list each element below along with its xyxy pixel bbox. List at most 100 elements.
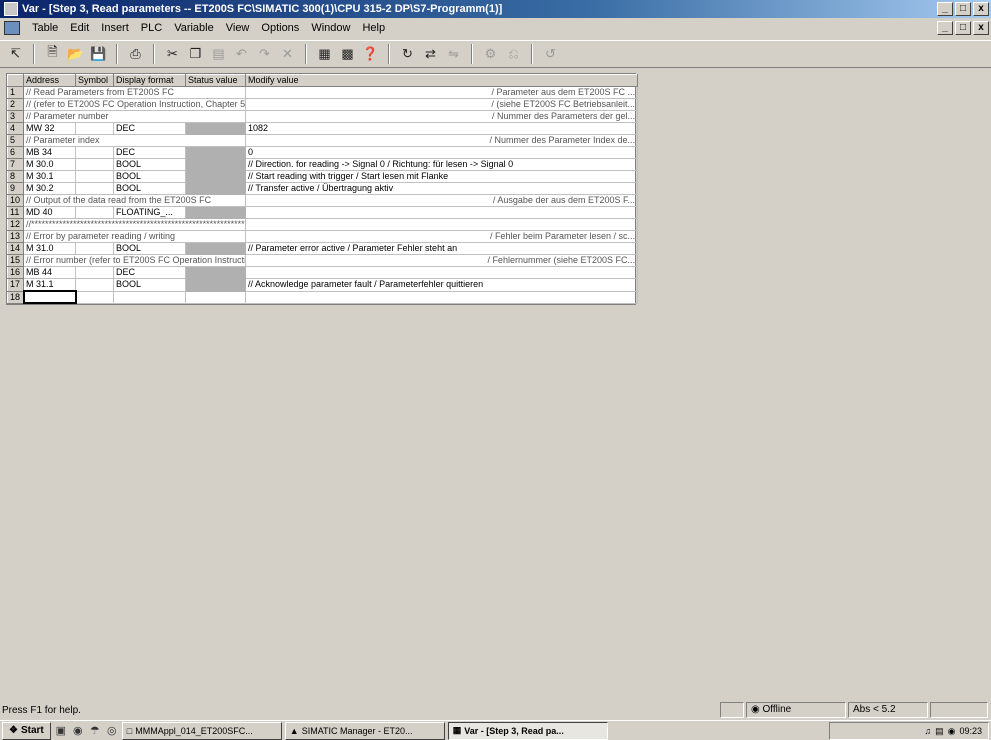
menu-window[interactable]: Window (305, 22, 356, 34)
child-minimize-button[interactable]: _ (937, 21, 953, 35)
symbol-cell[interactable] (75, 146, 114, 159)
symbol-cell[interactable] (75, 182, 114, 195)
modify-var-icon[interactable]: ⚙ (479, 43, 502, 65)
menu-plc[interactable]: PLC (135, 22, 168, 34)
display-format-cell[interactable]: BOOL (113, 158, 186, 171)
symbol-cell[interactable] (75, 290, 114, 304)
header-display-format[interactable]: Display format (113, 74, 186, 87)
row-number[interactable]: 9 (7, 182, 24, 195)
row-number[interactable]: 4 (7, 122, 24, 135)
redo-icon[interactable]: ↷ (253, 43, 276, 65)
start-button[interactable]: ❖ Start (2, 721, 51, 740)
browser-icon[interactable]: ◉ (71, 724, 85, 738)
row-number[interactable]: 10 (7, 194, 24, 207)
symbol-cell[interactable] (75, 278, 114, 292)
header-symbol[interactable]: Symbol (75, 74, 114, 87)
modify-value-cell[interactable]: 0 (245, 146, 638, 159)
row-comment-de[interactable]: / Parameter aus dem ET200S FC ... (245, 86, 638, 99)
display-format-cell[interactable]: DEC (113, 146, 186, 159)
address-cell[interactable]: M 31.1 (23, 278, 76, 292)
menu-view[interactable]: View (220, 22, 256, 34)
display-format-cell[interactable]: FLOATING_... (113, 206, 186, 219)
modify-value-cell[interactable]: // Acknowledge parameter fault / Paramet… (245, 278, 638, 292)
row-number[interactable]: 1 (7, 86, 24, 99)
table-row[interactable]: 8M 30.1 BOOL // Start reading with trigger… (7, 170, 638, 183)
address-cell[interactable]: MB 44 (23, 266, 76, 279)
row-number[interactable]: 5 (7, 134, 24, 147)
document-icon[interactable] (4, 21, 20, 35)
row-comment[interactable]: // Error by parameter reading / writing (23, 230, 246, 243)
table-row[interactable]: 5// Parameter index / Nummer des Paramete… (7, 134, 638, 147)
table-row[interactable]: 6 MB 34 DEC 0 (7, 146, 638, 159)
row-number[interactable]: 3 (7, 110, 24, 123)
row-comment[interactable]: // Output of the data read from the ET20… (23, 194, 246, 207)
table-row[interactable]: 7M 30.0 BOOL // Direction. for reading -> … (7, 158, 638, 171)
row-number[interactable]: 14 (7, 242, 24, 255)
address-cell[interactable]: M 30.1 (23, 170, 76, 183)
task-var[interactable]: ▦ Var - [Step 3, Read pa... (447, 721, 608, 740)
table-row[interactable]: 9M 30.2 BOOL // Transfer active / Übertrag… (7, 182, 638, 195)
row-number[interactable]: 17 (7, 278, 24, 292)
address-cell[interactable] (22, 290, 77, 304)
network-icon[interactable]: ▤ (935, 726, 944, 737)
modify-icon[interactable]: ▩ (336, 43, 359, 65)
menu-variable[interactable]: Variable (168, 22, 220, 34)
clock[interactable]: 09:23 (959, 726, 982, 736)
table-row[interactable]: 13// Error by parameter reading / writin… (7, 230, 638, 243)
address-cell[interactable]: MD 40 (23, 206, 76, 219)
menu-help[interactable]: Help (356, 22, 391, 34)
row-comment[interactable]: // Read Parameters from ET200S FC (23, 86, 246, 99)
table-row[interactable]: 12//************************************… (7, 218, 638, 231)
row-comment-de[interactable]: / Ausgabe der aus dem ET200S F... (245, 194, 638, 207)
speaker-icon[interactable]: ♫ (924, 726, 931, 736)
modify-value-cell[interactable] (245, 290, 638, 304)
row-comment-de[interactable]: / Nummer des Parameter Index de... (245, 134, 638, 147)
address-cell[interactable]: MW 32 (23, 122, 76, 135)
row-comment[interactable]: // Error number (refer to ET200S FC Oper… (23, 254, 246, 267)
paste-icon[interactable]: ▤ (207, 43, 230, 65)
modify-value-cell[interactable]: // Start reading with trigger / Start le… (245, 170, 638, 183)
table-row[interactable]: 4 MW 32 DEC 1082 (7, 122, 638, 135)
maximize-button[interactable]: □ (955, 2, 971, 16)
symbol-cell[interactable] (75, 122, 114, 135)
modify-value-cell[interactable] (245, 206, 638, 219)
task-explorer[interactable]: □ MMMAppl_014_ET200SFC... (121, 721, 282, 740)
pin-icon[interactable]: ↸ (4, 43, 27, 65)
address-cell[interactable]: M 30.0 (23, 158, 76, 171)
symbol-cell[interactable] (75, 158, 114, 171)
table-row[interactable]: 1// Read Parameters from ET200S FC / Para… (7, 86, 638, 99)
undo-icon[interactable]: ↶ (230, 43, 253, 65)
table-row[interactable]: 3// Parameter number / Nummer des Paramet… (7, 110, 638, 123)
child-close-button[interactable]: x (973, 21, 989, 35)
trigger-icon[interactable]: ↻ (396, 43, 419, 65)
symbol-cell[interactable] (75, 170, 114, 183)
display-format-cell[interactable]: DEC (113, 122, 186, 135)
close-button[interactable]: x (973, 2, 989, 16)
row-comment[interactable]: // (refer to ET200S FC Operation Instruc… (23, 98, 246, 111)
new-icon[interactable]: 🗎 (41, 43, 64, 65)
trigger-modify-icon[interactable]: ⇄ (419, 43, 442, 65)
help-icon[interactable]: ❓ (359, 43, 382, 65)
child-maximize-button[interactable]: □ (955, 21, 971, 35)
table-row[interactable]: 18 (7, 290, 638, 304)
table-row[interactable]: 10// Output of the data read from the ET… (7, 194, 638, 207)
modify-value-cell[interactable]: 1082 (245, 122, 638, 135)
modify-value-cell[interactable]: // Direction. for reading -> Signal 0 / … (245, 158, 638, 171)
header-address[interactable]: Address (23, 74, 76, 87)
row-number[interactable]: 18 (7, 290, 24, 304)
row-number[interactable]: 13 (7, 230, 24, 243)
row-number[interactable]: 11 (7, 206, 24, 219)
row-comment-de[interactable]: / (siehe ET200S FC Betriebsanleit... (245, 98, 638, 111)
row-number[interactable]: 7 (7, 158, 24, 171)
delete-icon[interactable]: ✕ (276, 43, 299, 65)
symbol-cell[interactable] (75, 266, 114, 279)
corner-cell[interactable] (7, 74, 24, 87)
display-format-cell[interactable]: BOOL (113, 278, 186, 292)
address-cell[interactable]: MB 34 (23, 146, 76, 159)
table-row[interactable]: 2// (refer to ET200S FC Operation Instru… (7, 98, 638, 111)
menu-insert[interactable]: Insert (95, 22, 135, 34)
row-number[interactable]: 2 (7, 98, 24, 111)
display-format-cell[interactable]: BOOL (113, 182, 186, 195)
open-icon[interactable]: 📂 (64, 43, 87, 65)
row-comment-de[interactable]: / Fehler beim Parameter lesen / sc... (245, 230, 638, 243)
